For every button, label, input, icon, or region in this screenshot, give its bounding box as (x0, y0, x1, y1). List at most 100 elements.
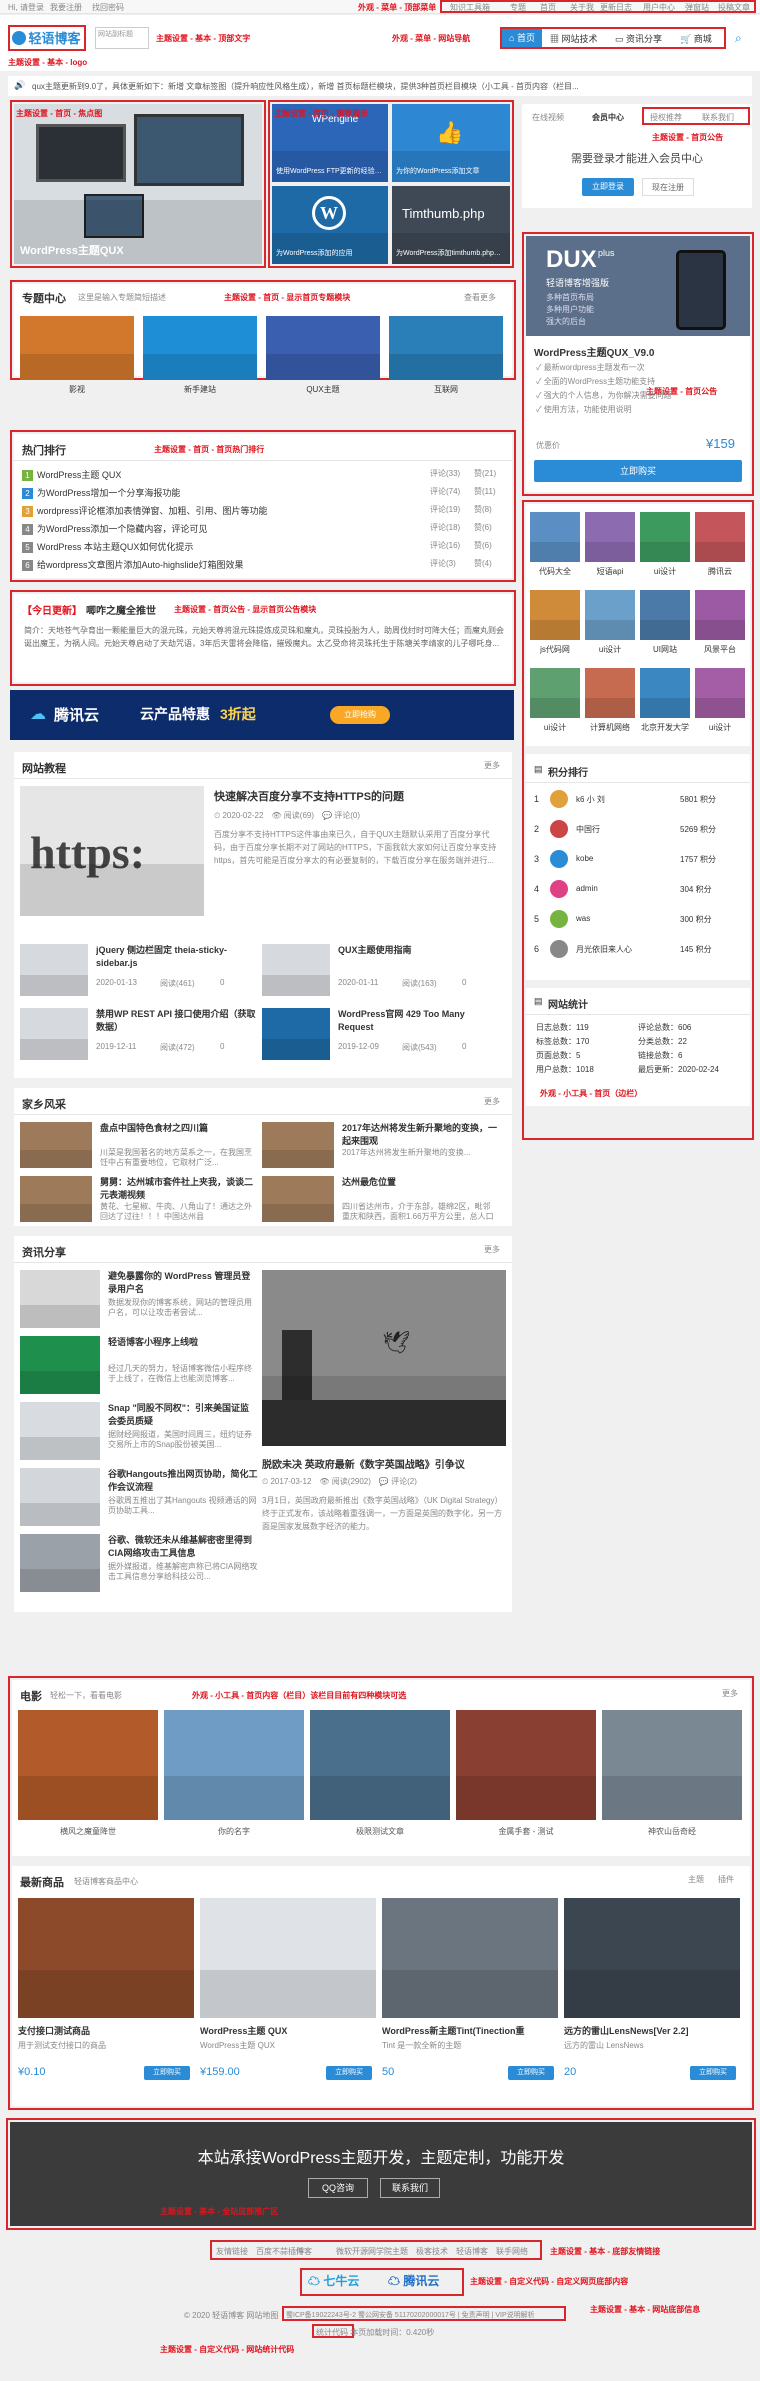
buy-button[interactable]: 立即购买 (144, 2066, 190, 2080)
ad-banner[interactable]: ☁ 腾讯云 云产品特惠 3折起 立即抢购 (10, 690, 514, 740)
daily-title[interactable]: 唧咋之魔全推世 (86, 602, 156, 617)
nav-home[interactable]: ⌂ 首页 (502, 29, 542, 47)
hot-title[interactable]: WordPress主题 QUX (37, 470, 121, 480)
movie-poster[interactable] (602, 1710, 742, 1820)
hot-row[interactable]: 1 WordPress主题 QUX (22, 468, 462, 481)
buy-button[interactable]: 立即购买 (508, 2066, 554, 2080)
hot-row[interactable]: 2 为WordPress增加一个分享海报功能 (22, 486, 462, 499)
promo-item[interactable]: Timthumb.php 为WordPress添加timthumb.php裁剪文… (392, 186, 510, 264)
top-menu-item[interactable]: 关于我 (570, 2, 594, 13)
news-thumb[interactable] (20, 1336, 100, 1394)
hot-title[interactable]: 给wordpress文章图片添加Auto-highslide灯箱图效果 (37, 560, 244, 570)
promo-item[interactable]: W 为WordPress添加的应用 (272, 186, 388, 264)
movie-poster[interactable] (310, 1710, 450, 1820)
topic-cover[interactable] (143, 316, 257, 380)
product-title[interactable]: 远方的雷山LensNews[Ver 2.2] (564, 2024, 740, 2037)
tutorial-small-title[interactable]: jQuery 侧边栏固定 theia-sticky-sidebar.js (96, 944, 256, 972)
tab-video[interactable]: 在线视频 (532, 112, 564, 123)
topic-label[interactable]: 新手建站 (143, 384, 257, 395)
tencent-logo[interactable]: ☁ 腾讯云 (388, 2272, 439, 2289)
tutorials-more[interactable]: 更多 (484, 760, 500, 771)
news-item-title[interactable]: 谷歌、微软还未从维基解密密里得到CIA网络攻击工具信息 (108, 1534, 258, 1560)
tutorial-small-title[interactable]: 禁用WP REST API 接口使用介绍（获取数据） (96, 1008, 256, 1036)
top-menu-item[interactable]: 专题 (510, 2, 526, 13)
product-image[interactable] (200, 1898, 376, 2018)
product-title[interactable]: 支付接口测试商品 (18, 2024, 194, 2037)
product-image[interactable] (18, 1898, 194, 2018)
forgot-link[interactable]: 找回密码 (92, 2, 124, 13)
login-link[interactable]: Hi, 请登录 (8, 2, 44, 13)
tutorial-small-title[interactable]: QUX主题使用指南 (338, 944, 498, 972)
product-title[interactable]: WordPress新主题Tint(Tinection重 (382, 2024, 558, 2037)
register-link[interactable]: 我要注册 (50, 2, 82, 13)
login-button[interactable]: 立即登录 (582, 178, 634, 196)
friend-link[interactable]: 友情链接 (216, 2246, 248, 2257)
news-item-title[interactable]: Snap "同股不同权"：引来美国证监会委员质疑 (108, 1402, 258, 1428)
friend-link[interactable]: 极客技术 (416, 2246, 448, 2257)
friend-link[interactable]: 微软开源网 (336, 2246, 376, 2257)
topic-label[interactable]: 互联网 (389, 384, 503, 395)
home-thumb[interactable] (20, 1122, 92, 1168)
friend-link[interactable]: 学院主题 (376, 2246, 408, 2257)
logo[interactable]: 轻语博客 (12, 28, 84, 48)
qq-button[interactable]: QQ咨询 (308, 2178, 368, 2198)
buy-button[interactable]: 立即购买 (326, 2066, 372, 2080)
product-image[interactable] (382, 1898, 558, 2018)
top-menu-item[interactable]: 用户中心 (643, 2, 675, 13)
top-menu-item[interactable]: 知识工具箱 (450, 2, 490, 13)
shop-tab-theme[interactable]: 主题 (688, 1874, 704, 1885)
home-thumb[interactable] (20, 1176, 92, 1222)
movie-poster[interactable] (456, 1710, 596, 1820)
news-item-title[interactable]: 轻语博客小程序上线啦 (108, 1336, 258, 1362)
hot-row[interactable]: 5 WordPress 本站主题QUX如何优化提示 (22, 540, 462, 553)
shop-tab-plugin[interactable]: 插件 (718, 1874, 734, 1885)
movie-title[interactable]: 横风之魔童降世 (18, 1826, 158, 1837)
nav-news[interactable]: ▭ 资讯分享 (615, 32, 662, 45)
hot-title[interactable]: WordPress 本站主题QUX如何优化提示 (37, 542, 193, 552)
friend-link[interactable]: 博客 (296, 2246, 312, 2257)
top-menu-item[interactable]: 更新日志 (600, 2, 632, 13)
movie-title[interactable]: 极限测试文章 (310, 1826, 450, 1837)
product-name[interactable]: WordPress主题QUX_V9.0 (534, 344, 744, 359)
tutorial-small-title[interactable]: WordPress官网 429 Too Many Request (338, 1008, 498, 1036)
promo-item[interactable]: 👍 为你的WordPress添加文章 (392, 104, 510, 182)
home-more[interactable]: 更多 (484, 1096, 500, 1107)
news-item-title[interactable]: 避免暴露你的 WordPress 管理员登录用户名 (108, 1270, 258, 1296)
news-thumb[interactable] (20, 1270, 100, 1328)
hot-title[interactable]: wordpress评论框添加表情弹窗、加粗、引用、图片等功能 (37, 506, 268, 516)
top-menu-item[interactable]: 弹窗站 (685, 2, 709, 13)
movie-title[interactable]: 金属手套 - 测试 (456, 1826, 596, 1837)
nav-shop[interactable]: 🛒 商城 (680, 32, 712, 45)
product-banner[interactable]: DUX plus 轻语博客增强版 多种首页布局 多种用户功能 强大的后台 (526, 236, 750, 336)
topics-more[interactable]: 查看更多 (464, 292, 496, 303)
tutorial-cover[interactable]: https: (20, 786, 204, 916)
buy-button[interactable]: 立即购买 (534, 460, 742, 482)
product-title[interactable]: WordPress主题 QUX (200, 2024, 376, 2037)
icp-text[interactable]: 蜀ICP备19022243号-2 蜀公网安备 51170202000017号 |… (286, 2310, 562, 2320)
news-more[interactable]: 更多 (484, 1244, 500, 1255)
home-item-title[interactable]: 2017年达州将发生新升聚地的变换，一起来围观 (342, 1122, 498, 1148)
hot-title[interactable]: 为WordPress添加一个隐藏内容，评论可见 (37, 524, 207, 534)
tutorial-thumb[interactable] (20, 944, 88, 996)
movies-more[interactable]: 更多 (722, 1688, 738, 1699)
contact-button[interactable]: 联系我们 (380, 2178, 440, 2198)
home-thumb[interactable] (262, 1122, 334, 1168)
topic-label[interactable]: QUX主题 (266, 384, 380, 395)
news-thumb[interactable] (20, 1534, 100, 1592)
news-big-title[interactable]: 脱欧未决 英政府最新《数字英国战略》引争议 (262, 1456, 506, 1471)
product-image[interactable] (564, 1898, 740, 2018)
tutorial-thumb[interactable] (262, 1008, 330, 1060)
movie-title[interactable]: 神农山岳奇经 (602, 1826, 742, 1837)
friend-link[interactable]: 轻语博客 (456, 2246, 488, 2257)
qiniu-logo[interactable]: ☁ 七牛云 (308, 2272, 359, 2289)
news-thumb[interactable] (20, 1402, 100, 1460)
buy-button[interactable]: 立即购买 (690, 2066, 736, 2080)
tutorial-thumb[interactable] (262, 944, 330, 996)
topic-label[interactable]: 影视 (20, 384, 134, 395)
tutorial-thumb[interactable] (20, 1008, 88, 1060)
movie-poster[interactable] (164, 1710, 304, 1820)
home-item-title[interactable]: 盘点中国特色食材之四川篇 (100, 1122, 256, 1148)
hot-row[interactable]: 3 wordpress评论框添加表情弹窗、加粗、引用、图片等功能 (22, 504, 462, 517)
movie-title[interactable]: 你的名字 (164, 1826, 304, 1837)
news-thumb[interactable] (20, 1468, 100, 1526)
